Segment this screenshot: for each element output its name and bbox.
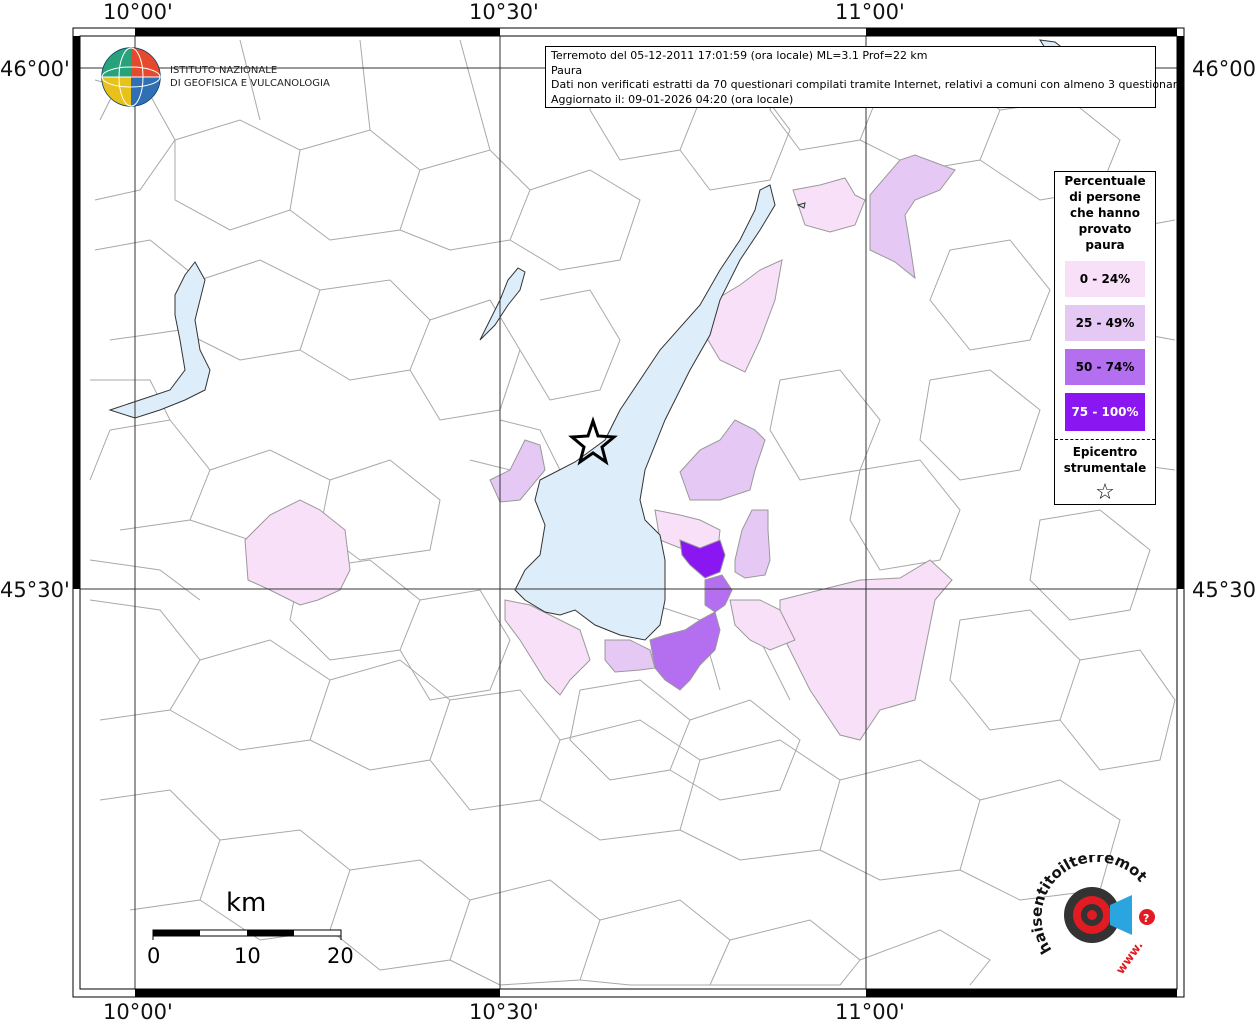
watermark-url: www. — [1113, 938, 1146, 976]
lon-label-top: 11°00' — [835, 0, 905, 24]
legend-title-line: provato — [1078, 222, 1132, 236]
lon-label-top: 10°00' — [103, 0, 173, 24]
lat-label-left: 45°30' — [0, 578, 70, 602]
legend-title-line: paura — [1085, 238, 1125, 252]
event-title: Terremoto del 05-12-2011 17:01:59 (ora l… — [551, 49, 928, 62]
legend-title-line: Percentuale — [1064, 174, 1146, 188]
legend-divider — [1055, 439, 1155, 440]
scale-label: 20 — [327, 944, 354, 968]
scale-unit: km — [226, 888, 267, 918]
haisentito-watermark: haisentitoilterremoto.it www. — [1030, 855, 1151, 977]
lat-label-right: 46°00' — [1192, 57, 1257, 81]
legend-title-line: che hanno — [1070, 206, 1140, 220]
ingv-line1: ISTITUTO NAZIONALE — [170, 65, 278, 76]
scale-label: 10 — [234, 944, 261, 968]
legend-epicenter-label: Epicentro strumentale — [1055, 444, 1155, 476]
lat-label-left: 46°00' — [0, 57, 70, 81]
legend-swatch-0-24: 0 - 24% — [1065, 261, 1145, 297]
event-info-box: Terremoto del 05-12-2011 17:01:59 (ora l… — [545, 46, 1184, 108]
lon-label-top: 10°30' — [469, 0, 539, 24]
legend-title-line: di persone — [1069, 190, 1141, 204]
legend-swatch-25-49: 25 - 49% — [1065, 305, 1145, 341]
ingv-line2: DI GEOFISICA E VULCANOLOGIA — [170, 78, 330, 89]
lon-label-bottom: 11°00' — [835, 1000, 905, 1024]
legend-star-icon: ☆ — [1095, 480, 1115, 505]
data-note: Dati non verificati estratti da 70 quest… — [551, 78, 1184, 91]
legend-swatch-50-74: 50 - 74% — [1065, 349, 1145, 385]
legend-title: Percentuale di persone che hanno provato… — [1055, 173, 1155, 253]
ingv-logo-text: ISTITUTO NAZIONALE DI GEOFISICA E VULCAN… — [170, 64, 330, 90]
map-subject: Paura — [551, 63, 583, 77]
update-time: Aggiornato il: 09-01-2026 04:20 (ora loc… — [551, 92, 794, 106]
legend: Percentuale di persone che hanno provato… — [1054, 171, 1156, 505]
legend-epicenter-line: Epicentro — [1072, 445, 1138, 459]
lon-label-bottom: 10°30' — [469, 1000, 539, 1024]
ingv-logo-icon — [101, 47, 161, 107]
legend-swatch-75-100: 75 - 100% — [1065, 393, 1145, 431]
scale-label: 0 — [147, 944, 161, 968]
lat-label-right: 45°30' — [1192, 578, 1257, 602]
lon-label-bottom: 10°00' — [103, 1000, 173, 1024]
legend-epicenter-line: strumentale — [1063, 461, 1147, 475]
